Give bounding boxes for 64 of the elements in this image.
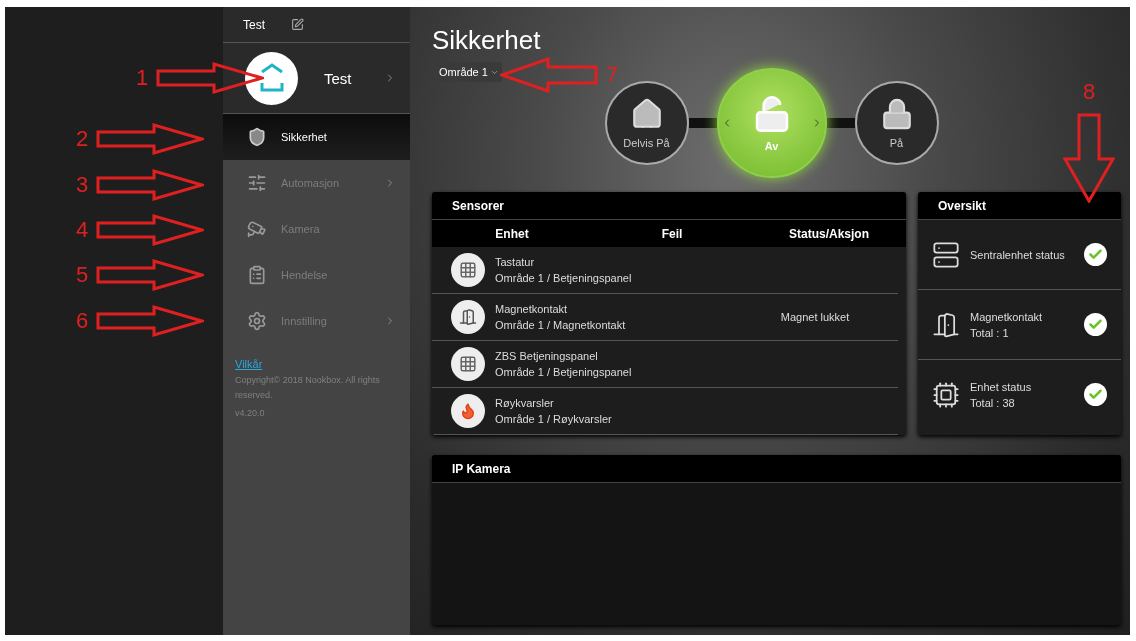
menu-item[interactable]: Sikkerhet (223, 114, 410, 160)
annotation-number: 2 (76, 126, 89, 152)
flame-icon (459, 402, 477, 420)
annotation-number: 1 (136, 65, 149, 91)
list-icon (247, 265, 267, 285)
arrow-icon (96, 214, 205, 246)
overview-label: Enhet status (970, 380, 1033, 393)
keypad-icon (459, 261, 477, 279)
keypad-icon (459, 355, 477, 373)
overview-total: Total : 38 (970, 396, 1016, 409)
device-name: Røykvarsler (495, 397, 555, 409)
device-status: Magnet lukket (779, 311, 851, 323)
device-location: Område 1 / Betjeningspanel (495, 366, 632, 378)
arrow-icon (96, 305, 205, 337)
overview-label: Sentralenhet status (970, 248, 1066, 261)
arrow-icon (1063, 113, 1115, 203)
menu-item[interactable]: Kamera (223, 206, 410, 252)
door-icon (459, 308, 477, 326)
column-header: Enhet (494, 226, 530, 241)
overview-label: Magnetkontakt (970, 310, 1044, 323)
connector-bar (826, 118, 855, 128)
terms-link[interactable]: Vilkår (235, 358, 398, 370)
area-dropdown[interactable]: Område 1 (437, 62, 502, 82)
shield-icon (247, 127, 267, 147)
device-location: Område 1 / Betjeningspanel (495, 272, 632, 284)
page-title: Sikkerhet (432, 25, 542, 56)
mode-button[interactable]: Delvis På (604, 81, 689, 165)
mode-button[interactable]: Av (716, 68, 827, 178)
panel-title: Oversikt (938, 198, 987, 213)
column-header: Feil (660, 226, 684, 241)
site-name: Test (243, 17, 265, 32)
annotation-number: 3 (76, 172, 89, 198)
overview-total: Total : 1 (970, 326, 1010, 339)
menu-item[interactable]: Automasjon (223, 160, 410, 206)
annotation-number: 4 (76, 217, 89, 243)
logo-icon (258, 63, 285, 93)
arrow-icon (96, 169, 205, 201)
arrow-icon (96, 259, 205, 291)
annotation-number: 5 (76, 262, 89, 288)
annotation-number: 6 (76, 308, 89, 334)
panel-title: IP Kamera (452, 461, 511, 476)
chip-icon (932, 380, 960, 409)
panel-title: Sensorer (452, 198, 505, 213)
column-header: Status/Aksjon (788, 226, 870, 241)
device-location: Område 1 / Røykvarsler (495, 413, 612, 425)
arrow-icon (500, 57, 598, 93)
edit-icon[interactable] (291, 18, 304, 31)
device-name: Tastatur (495, 256, 536, 268)
menu-item[interactable]: Hendelse (223, 252, 410, 298)
arrow-icon (96, 123, 205, 155)
camera-icon (247, 219, 267, 239)
device-name: ZBS Betjeningspanel (495, 350, 599, 362)
arrow-icon (156, 62, 265, 94)
gear-icon (247, 311, 267, 331)
mode-button[interactable]: På (854, 81, 939, 165)
sliders-icon (247, 173, 267, 193)
annotation-number: 8 (1082, 79, 1096, 105)
profile-name: Test (324, 69, 353, 87)
menu-item[interactable]: Innstilling (223, 298, 410, 344)
device-name: Magnetkontakt (495, 303, 569, 315)
device-location: Område 1 / Magnetkontakt (495, 319, 626, 331)
hub-icon (932, 240, 960, 269)
door-icon (932, 310, 960, 339)
connector-bar (688, 118, 717, 128)
